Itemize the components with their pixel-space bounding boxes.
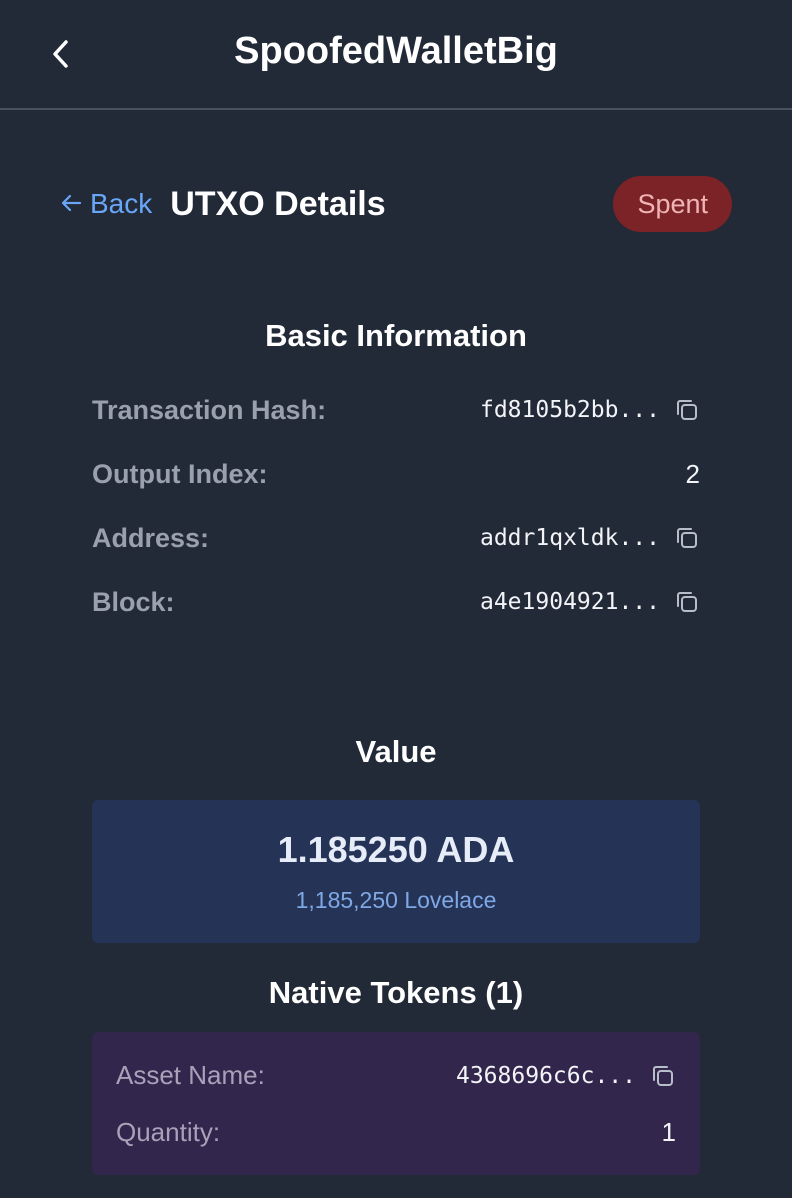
info-label: Transaction Hash: bbox=[92, 394, 327, 425]
native-tokens-heading: Native Tokens (1) bbox=[268, 975, 524, 1010]
address-value: addr1qxldk... bbox=[479, 525, 660, 551]
page-title: UTXO Details bbox=[170, 184, 386, 223]
basic-info-heading: Basic Information bbox=[265, 318, 527, 353]
copy-icon[interactable] bbox=[674, 397, 700, 423]
block-value: a4e1904921... bbox=[479, 589, 660, 615]
back-button[interactable]: Back bbox=[60, 188, 152, 220]
app-title: SpoofedWalletBig bbox=[234, 30, 558, 72]
output-index-value: 2 bbox=[685, 458, 700, 489]
info-label: Block: bbox=[92, 586, 175, 617]
tx-hash-value: fd8105b2bb... bbox=[479, 397, 660, 423]
info-row-address: Address: addr1qxldk... bbox=[92, 506, 700, 570]
page-header: Back UTXO Details Spent bbox=[60, 176, 732, 232]
lovelace-amount: 1,185,250 Lovelace bbox=[295, 887, 497, 913]
copy-icon[interactable] bbox=[674, 525, 700, 551]
token-card: Asset Name: 4368696c6c... Quantity: 1 bbox=[92, 1032, 700, 1175]
info-label: Output Index: bbox=[92, 458, 268, 489]
asset-name-label: Asset Name: bbox=[116, 1060, 265, 1090]
asset-name-value: 4368696c6c... bbox=[455, 1062, 636, 1089]
quantity-label: Quantity: bbox=[116, 1117, 221, 1147]
basic-info-list: Transaction Hash: fd8105b2bb... Output I… bbox=[92, 378, 700, 634]
info-label: Address: bbox=[92, 522, 210, 553]
value-heading: Value bbox=[355, 734, 437, 769]
back-label: Back bbox=[90, 188, 153, 219]
ada-amount: 1.185250 ADA bbox=[277, 829, 515, 870]
status-badge: Spent bbox=[613, 176, 732, 232]
quantity-value: 1 bbox=[661, 1117, 676, 1147]
arrow-left-icon bbox=[60, 188, 82, 220]
top-bar: SpoofedWalletBig bbox=[0, 0, 792, 110]
value-card: 1.185250 ADA 1,185,250 Lovelace bbox=[92, 800, 700, 943]
copy-icon[interactable] bbox=[650, 1063, 676, 1089]
copy-icon[interactable] bbox=[674, 589, 700, 615]
info-row-block: Block: a4e1904921... bbox=[92, 570, 700, 634]
token-quantity-row: Quantity: 1 bbox=[116, 1104, 676, 1161]
token-asset-row: Asset Name: 4368696c6c... bbox=[116, 1047, 676, 1104]
info-row-tx-hash: Transaction Hash: fd8105b2bb... bbox=[92, 378, 700, 442]
info-row-output-index: Output Index: 2 bbox=[92, 442, 700, 506]
